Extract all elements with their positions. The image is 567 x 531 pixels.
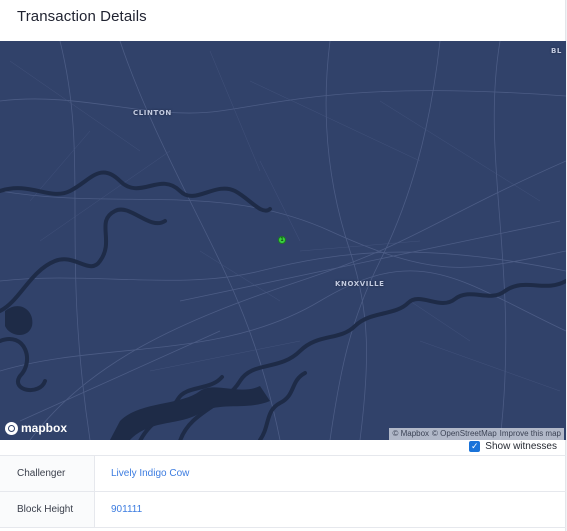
place-label-clinton: CLINTON	[133, 109, 172, 117]
challenger-link[interactable]: Lively Indigo Cow	[95, 468, 189, 479]
checkbox-checked-icon[interactable]: ✓	[469, 441, 481, 452]
block-height-link[interactable]: 901111	[95, 504, 142, 515]
hotspot-marker[interactable]: 1	[278, 236, 286, 244]
mapbox-logo-icon	[5, 421, 18, 435]
mapbox-logo[interactable]: mapbox	[5, 421, 67, 435]
show-witnesses-label: Show witnesses	[485, 441, 557, 452]
panel-header: Transaction Details	[0, 0, 565, 41]
attribution-osm-link[interactable]: © OpenStreetMap	[432, 428, 497, 440]
row-label: Challenger	[0, 456, 95, 491]
map-attribution: © Mapbox © OpenStreetMap Improve this ma…	[389, 428, 564, 440]
map-view[interactable]: CLINTON KNOXVILLE BL 1 mapbox © Mapbox ©…	[0, 41, 566, 440]
place-label-edge: BL	[551, 47, 562, 55]
attribution-improve-link[interactable]: Improve this map	[500, 428, 561, 440]
transaction-details-panel: Transaction Details CLINTON KNOXVILLE BL…	[0, 0, 566, 531]
table-row: Block Height 901111	[0, 492, 566, 528]
page-title: Transaction Details	[17, 8, 147, 25]
place-label-knoxville: KNOXVILLE	[335, 280, 385, 288]
row-label: Block Height	[0, 492, 95, 527]
local-roads	[9, 50, 561, 392]
details-table: Challenger Lively Indigo Cow Block Heigh…	[0, 455, 566, 528]
show-witnesses-toggle[interactable]: ✓ Show witnesses	[469, 441, 557, 452]
lake	[5, 306, 270, 440]
attribution-mapbox-link[interactable]: © Mapbox	[392, 428, 429, 440]
table-row: Challenger Lively Indigo Cow	[0, 456, 566, 492]
mapbox-logo-text: mapbox	[21, 421, 68, 435]
